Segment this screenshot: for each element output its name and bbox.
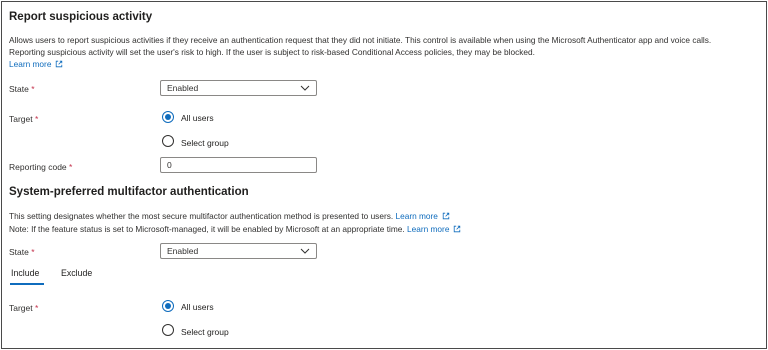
system-target-label: Target *	[9, 303, 38, 313]
reporting-code-label: Reporting code *	[9, 162, 72, 172]
report-description-line1: Allows users to report suspicious activi…	[9, 35, 712, 45]
report-description-line2: Reporting suspicious activity will set t…	[9, 47, 535, 57]
settings-panel: Report suspicious activity Allows users …	[1, 1, 767, 349]
system-learn-more-link-1[interactable]: Learn more	[395, 211, 437, 221]
system-target-select-group-label[interactable]: Select group	[181, 327, 229, 337]
system-state-dropdown[interactable]: Enabled	[160, 243, 317, 259]
system-learn-more-link-2[interactable]: Learn more	[407, 224, 449, 234]
report-suspicious-activity-title: Report suspicious activity	[9, 11, 153, 23]
report-target-label-text: Target	[9, 114, 33, 124]
external-link-icon	[56, 60, 63, 68]
required-marker: *	[35, 114, 39, 124]
active-tab-indicator	[10, 283, 44, 285]
reporting-code-input-box[interactable]	[160, 157, 317, 173]
report-state-value: Enabled	[167, 83, 199, 93]
chevron-down-icon	[300, 85, 310, 91]
report-state-label-text: State	[9, 84, 29, 94]
report-learn-more-link[interactable]: Learn more	[9, 59, 63, 70]
system-description-text1: This setting designates whether the most…	[9, 211, 394, 221]
system-target-all-users-radio[interactable]	[162, 300, 174, 312]
system-description-line2: Note: If the feature status is set to Mi…	[9, 224, 461, 235]
report-target-select-group-radio[interactable]	[162, 135, 174, 147]
system-target-select-group-radio[interactable]	[162, 324, 174, 336]
report-state-label: State *	[9, 84, 35, 94]
required-marker: *	[31, 84, 35, 94]
report-target-all-users-radio[interactable]	[162, 111, 174, 123]
required-marker: *	[31, 247, 35, 257]
system-state-value: Enabled	[167, 246, 199, 256]
chevron-down-icon	[300, 248, 310, 254]
reporting-code-input[interactable]	[161, 158, 316, 172]
system-target-label-text: Target	[9, 303, 33, 313]
system-description-text2: Note: If the feature status is set to Mi…	[9, 224, 405, 234]
external-link-icon	[454, 225, 461, 233]
system-state-label: State *	[9, 247, 35, 257]
report-state-dropdown[interactable]: Enabled	[160, 80, 317, 96]
learn-more-text[interactable]: Learn more	[9, 59, 51, 69]
system-target-all-users-label[interactable]: All users	[181, 302, 214, 312]
required-marker: *	[35, 303, 39, 313]
tab-include[interactable]: Include	[11, 268, 39, 278]
tab-exclude[interactable]: Exclude	[61, 268, 92, 278]
required-marker: *	[69, 162, 73, 172]
system-state-label-text: State	[9, 247, 29, 257]
system-description-line1: This setting designates whether the most…	[9, 211, 450, 222]
external-link-icon	[442, 212, 450, 220]
report-target-all-users-label[interactable]: All users	[181, 113, 214, 123]
report-target-select-group-label[interactable]: Select group	[181, 138, 229, 148]
report-target-label: Target *	[9, 114, 38, 124]
system-preferred-mfa-title: System-preferred multifactor authenticat…	[9, 186, 249, 198]
reporting-code-label-text: Reporting code	[9, 162, 67, 172]
